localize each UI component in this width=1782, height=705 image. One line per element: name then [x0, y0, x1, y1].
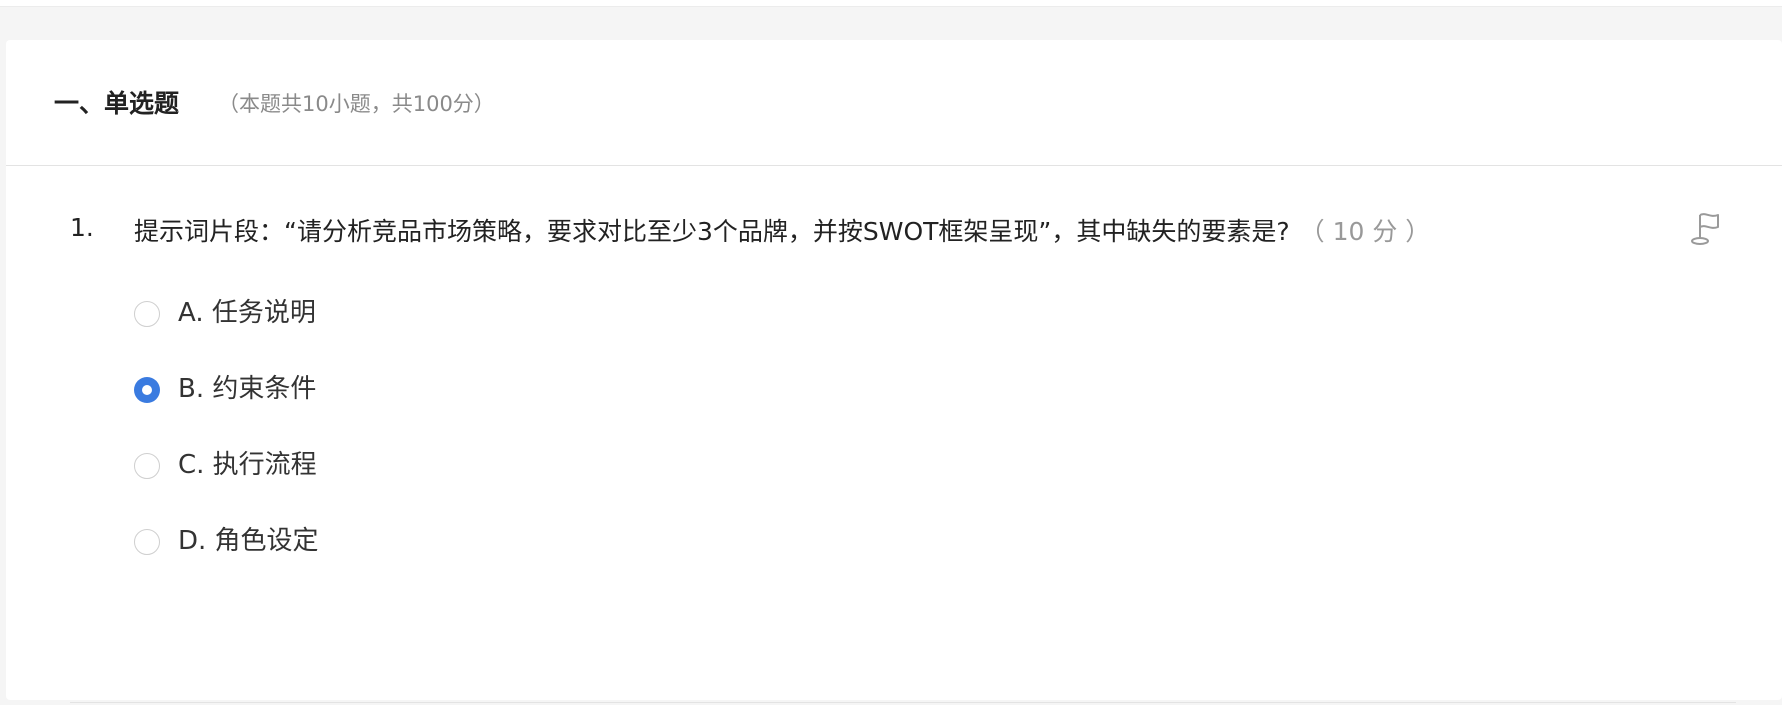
- radio-button[interactable]: [134, 529, 160, 555]
- radio-button[interactable]: [134, 453, 160, 479]
- question-divider: [70, 702, 1736, 703]
- question-1: 1. 提示词片段：“请分析竞品市场策略，要求对比至少3个品牌，并按SWOT框架呈…: [6, 165, 1782, 705]
- question-score: （ 10 分 ）: [1299, 217, 1431, 246]
- radio-button-selected[interactable]: [134, 377, 160, 403]
- option-a[interactable]: A. 任务说明: [134, 293, 734, 369]
- section-title: 一、单选题: [54, 89, 180, 118]
- question-stem-text: 提示词片段：“请分析竞品市场策略，要求对比至少3个品牌，并按SWOT框架呈现”，…: [134, 217, 1290, 246]
- question-stem: 提示词片段：“请分析竞品市场策略，要求对比至少3个品牌，并按SWOT框架呈现”，…: [134, 210, 1524, 254]
- section-header: 一、单选题 （本题共10小题，共100分）: [6, 40, 1782, 166]
- option-b[interactable]: B. 约束条件: [134, 369, 734, 445]
- option-label: B. 约束条件: [178, 374, 317, 404]
- option-label: D. 角色设定: [178, 526, 319, 556]
- option-label: A. 任务说明: [178, 298, 316, 328]
- flag-button[interactable]: [1690, 209, 1724, 249]
- top-strip: [0, 0, 1782, 7]
- exam-card: 一、单选题 （本题共10小题，共100分） 1. 提示词片段：“请分析竞品市场策…: [6, 40, 1782, 703]
- radio-button[interactable]: [134, 301, 160, 327]
- flag-icon: [1691, 213, 1719, 245]
- section-meta: （本题共10小题，共100分）: [218, 92, 495, 116]
- option-d[interactable]: D. 角色设定: [134, 521, 734, 597]
- question-number: 1.: [70, 213, 94, 242]
- options-list: A. 任务说明 B. 约束条件 C. 执行流程 D. 角色设定: [134, 293, 734, 597]
- option-c[interactable]: C. 执行流程: [134, 445, 734, 521]
- option-label: C. 执行流程: [178, 450, 317, 480]
